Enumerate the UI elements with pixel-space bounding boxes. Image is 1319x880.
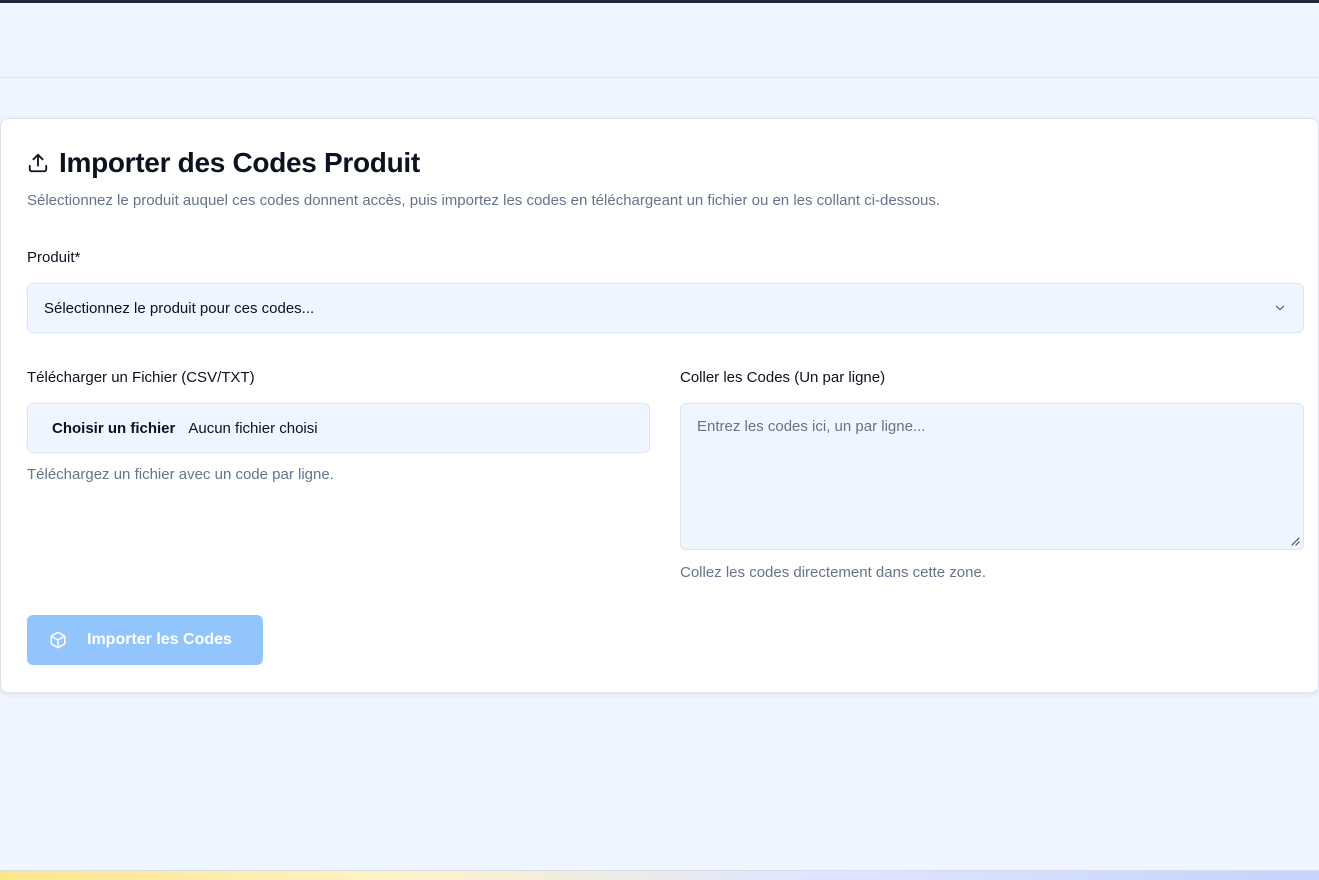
product-select-placeholder: Sélectionnez le produit pour ces codes..… (44, 299, 315, 317)
resize-handle-icon[interactable] (1290, 536, 1300, 546)
file-status: Aucun fichier choisi (188, 419, 318, 437)
card-title: Importer des Codes Produit (59, 147, 420, 178)
file-upload-label: Télécharger un Fichier (CSV/TXT) (27, 369, 255, 386)
product-select[interactable]: Sélectionnez le produit pour ces codes..… (27, 283, 1304, 333)
chevron-down-icon (1275, 305, 1285, 311)
file-input[interactable]: Choisir un fichier Aucun fichier choisi (27, 403, 650, 453)
import-codes-button-label: Importer les Codes (87, 631, 232, 648)
import-codes-button[interactable]: Importer les Codes (27, 615, 263, 665)
card-description: Sélectionnez le produit auquel ces codes… (27, 192, 941, 209)
paste-codes-textarea[interactable]: Entrez les codes ici, un par ligne... (680, 403, 1304, 550)
paste-codes-placeholder: Entrez les codes ici, un par ligne... (697, 418, 926, 435)
package-icon (50, 631, 66, 649)
product-label: Produit* (27, 249, 81, 266)
card-title-row: Importer des Codes Produit (27, 147, 420, 179)
import-codes-card: Importer des Codes Produit Sélectionnez … (0, 118, 1319, 693)
paste-codes-label: Coller les Codes (Un par ligne) (680, 369, 886, 386)
paste-codes-helper: Collez les codes directement dans cette … (680, 564, 986, 581)
upload-icon (28, 153, 48, 173)
page-header (0, 3, 1319, 78)
choose-file-button[interactable]: Choisir un fichier (52, 420, 175, 437)
file-upload-helper: Téléchargez un fichier avec un code par … (27, 466, 334, 483)
